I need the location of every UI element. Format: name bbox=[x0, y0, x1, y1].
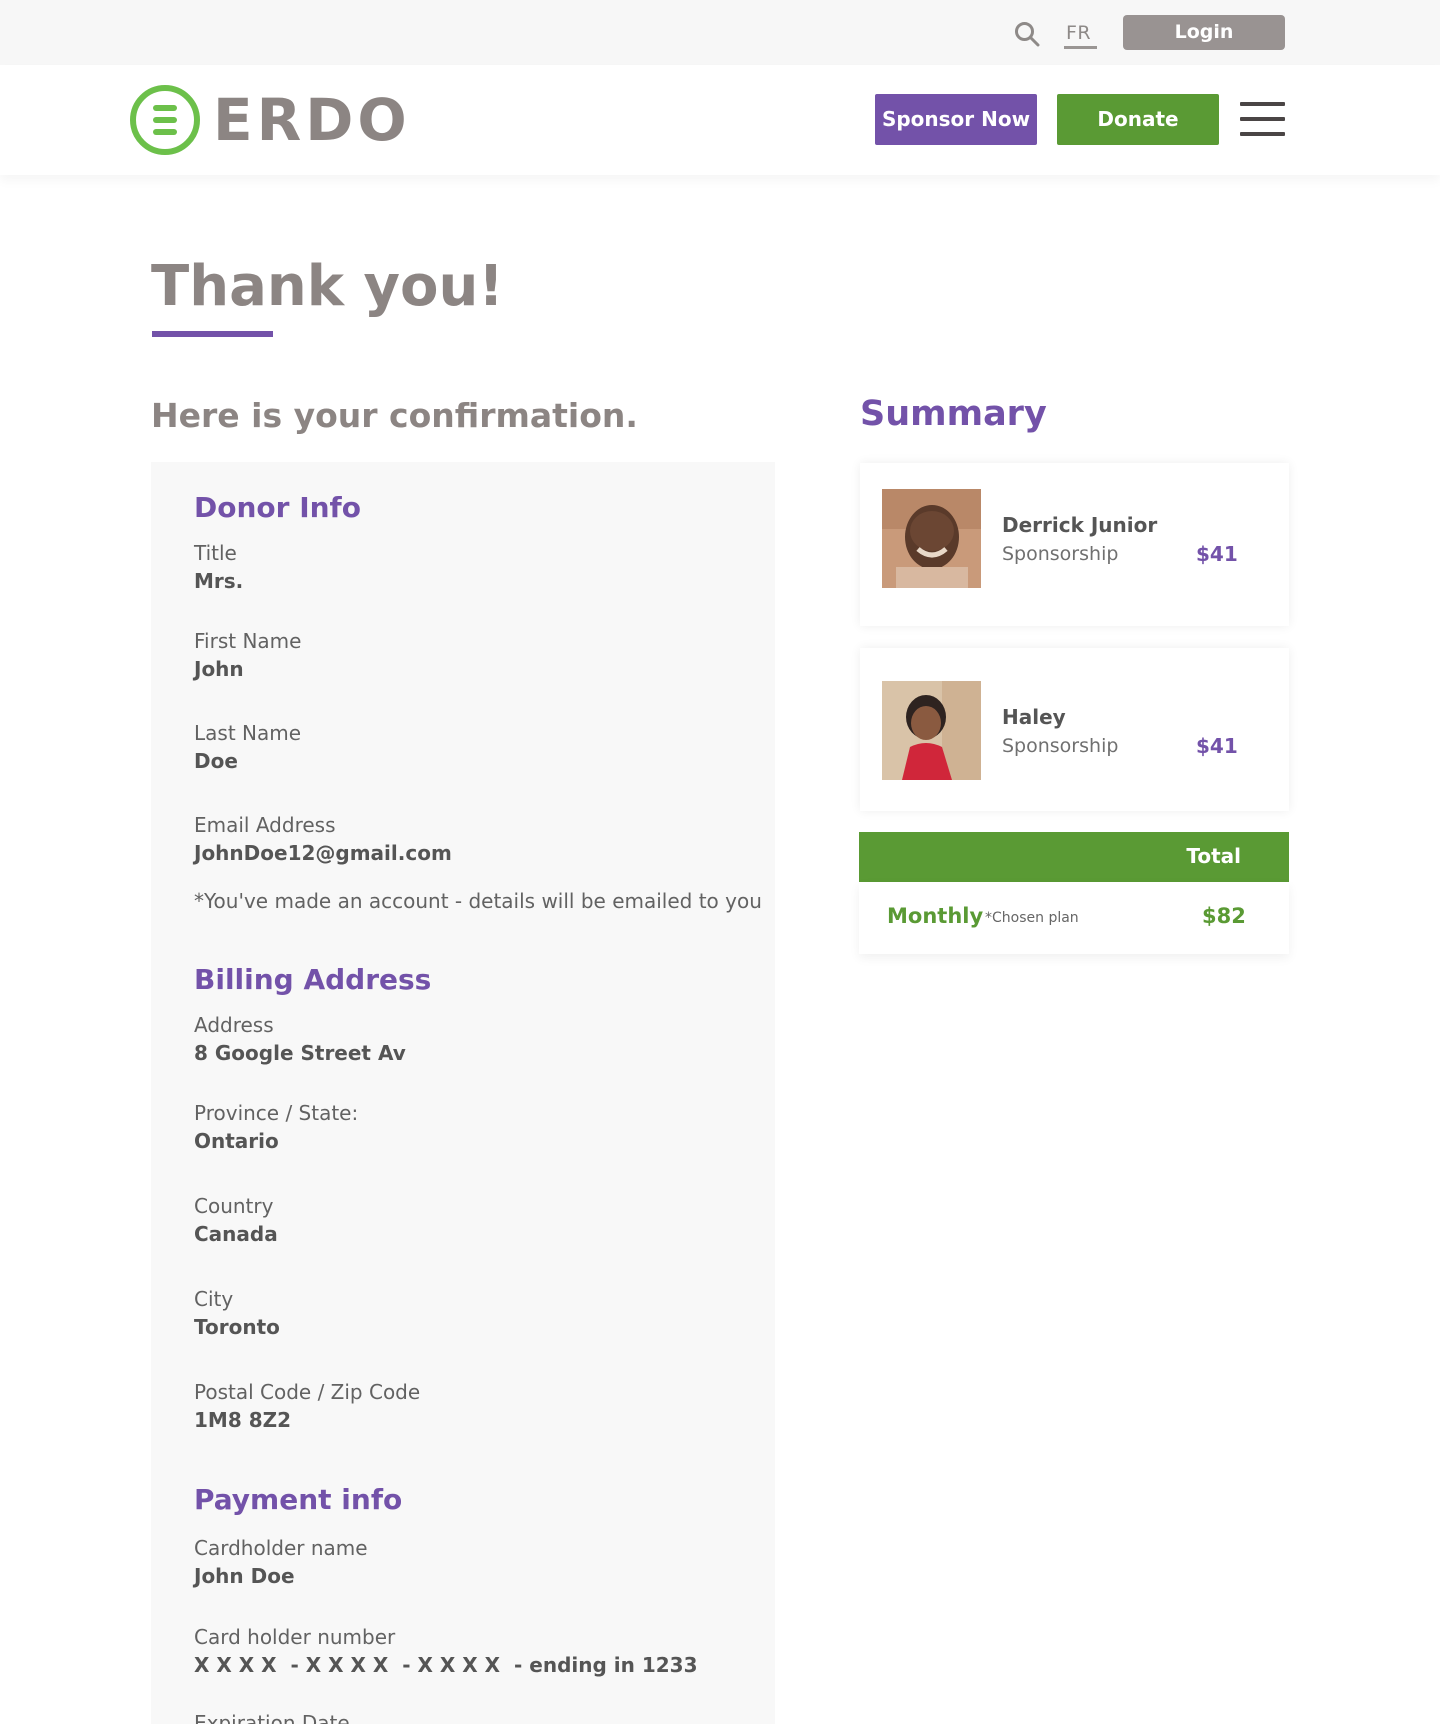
email-value: JohnDoe12@gmail.com bbox=[194, 841, 452, 865]
first-name-label: First Name bbox=[194, 629, 302, 653]
summary-item-price: $41 bbox=[1196, 542, 1238, 566]
province-label: Province / State: bbox=[194, 1101, 359, 1125]
donate-button[interactable]: Donate bbox=[1057, 94, 1219, 145]
country-label: Country bbox=[194, 1194, 274, 1218]
hamburger-menu-icon[interactable] bbox=[1240, 102, 1285, 136]
language-toggle[interactable]: FR bbox=[1066, 22, 1091, 44]
title-underline bbox=[152, 331, 273, 337]
page-title: Thank you! bbox=[151, 254, 504, 319]
city-label: City bbox=[194, 1287, 234, 1311]
plan-label: Monthly bbox=[887, 904, 984, 928]
total-header: Total bbox=[859, 832, 1289, 882]
search-icon[interactable] bbox=[1014, 21, 1040, 47]
total-label: Total bbox=[1186, 844, 1241, 868]
summary-item-price: $41 bbox=[1196, 734, 1238, 758]
utility-bar: FR Login bbox=[0, 0, 1440, 65]
login-button[interactable]: Login bbox=[1123, 15, 1285, 50]
billing-address-heading: Billing Address bbox=[194, 963, 432, 996]
payment-info-heading: Payment info bbox=[194, 1483, 403, 1516]
city-value: Toronto bbox=[194, 1315, 280, 1339]
expiration-label: Expiration Date bbox=[194, 1711, 350, 1724]
language-underline bbox=[1064, 46, 1097, 49]
address-label: Address bbox=[194, 1013, 274, 1037]
summary-item-card[interactable]: Haley Sponsorship $41 bbox=[860, 648, 1289, 811]
first-name-value: John bbox=[194, 657, 244, 681]
cardholder-value: John Doe bbox=[194, 1564, 295, 1588]
summary-item-type: Sponsorship bbox=[1002, 735, 1119, 757]
country-value: Canada bbox=[194, 1222, 278, 1246]
summary-item-type: Sponsorship bbox=[1002, 543, 1119, 565]
total-amount: $82 bbox=[1202, 904, 1246, 928]
logo-wordmark[interactable]: ERDO bbox=[213, 86, 411, 154]
email-label: Email Address bbox=[194, 813, 336, 837]
title-label: Title bbox=[194, 541, 237, 565]
erdo-logo-icon[interactable] bbox=[129, 84, 201, 156]
card-number-label: Card holder number bbox=[194, 1625, 396, 1649]
confirmation-heading: Here is your confirmation. bbox=[151, 396, 638, 435]
postal-code-label: Postal Code / Zip Code bbox=[194, 1380, 421, 1404]
cardholder-label: Cardholder name bbox=[194, 1536, 368, 1560]
summary-item-name: Haley bbox=[1002, 705, 1066, 729]
summary-heading: Summary bbox=[860, 394, 1047, 434]
address-value: 8 Google Street Av bbox=[194, 1041, 406, 1065]
postal-code-value: 1M8 8Z2 bbox=[194, 1408, 292, 1432]
province-value: Ontario bbox=[194, 1129, 279, 1153]
summary-item-name: Derrick Junior bbox=[1002, 513, 1158, 537]
last-name-label: Last Name bbox=[194, 721, 302, 745]
summary-item-card[interactable]: Derrick Junior Sponsorship $41 bbox=[860, 463, 1289, 626]
donor-info-heading: Donor Info bbox=[194, 491, 361, 524]
account-note: *You've made an account - details will b… bbox=[194, 889, 762, 913]
title-value: Mrs. bbox=[194, 569, 244, 593]
card-number-value: X X X X - X X X X - X X X X - ending in … bbox=[194, 1653, 698, 1677]
total-row: Monthly *Chosen plan $82 bbox=[859, 882, 1289, 954]
last-name-value: Doe bbox=[194, 749, 238, 773]
child-photo bbox=[882, 489, 981, 588]
child-photo bbox=[882, 681, 981, 780]
chosen-plan-note: *Chosen plan bbox=[985, 910, 1079, 926]
sponsor-now-button[interactable]: Sponsor Now bbox=[875, 94, 1037, 145]
